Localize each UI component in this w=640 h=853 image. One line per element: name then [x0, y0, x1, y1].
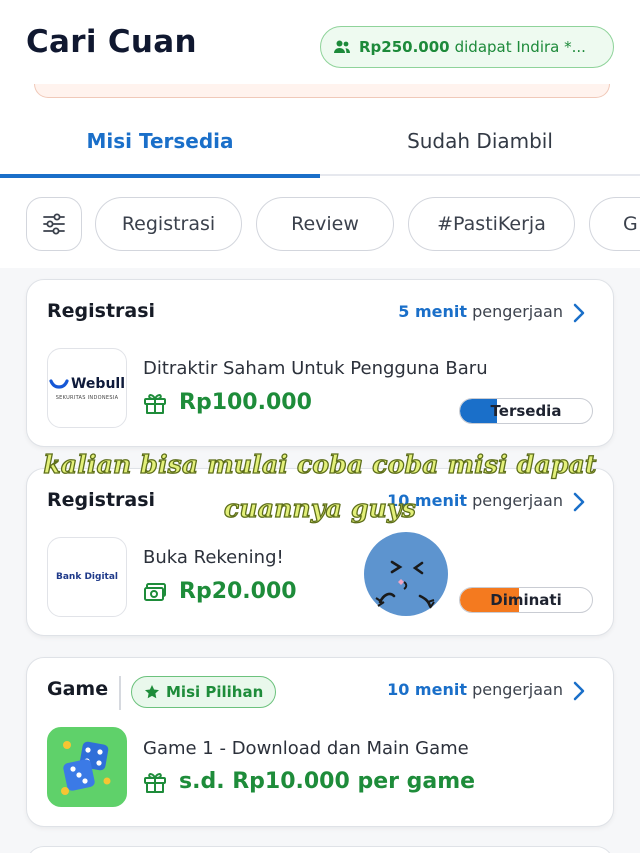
mission-reward: Rp100.000 — [143, 390, 312, 415]
webull-logo: Webull SEKURITAS INDONESIA — [47, 348, 127, 428]
mission-category: Registrasi — [47, 300, 156, 322]
mission-duration: 5 menit pengerjaan — [398, 302, 563, 321]
promo-banner[interactable] — [34, 84, 610, 98]
caption-line-2: cuannya guys — [223, 493, 417, 523]
divider — [119, 676, 121, 710]
mission-card[interactable]: Registrasi 5 menit pengerjaan Webull SEK… — [26, 279, 614, 447]
mission-title: Ditraktir Saham Untuk Pengguna Baru — [143, 358, 488, 379]
mission-duration: 10 menit pengerjaan — [387, 680, 563, 699]
app-header: Cari Cuan Rp250.000 didapat Indira *... — [0, 0, 640, 100]
caption-line-1: kalian bisa mulai coba coba misi dapat — [43, 449, 597, 479]
earnings-ticker[interactable]: Rp250.000 didapat Indira *... — [320, 26, 614, 68]
star-icon — [145, 685, 159, 699]
mission-card[interactable] — [26, 846, 614, 853]
chip-review[interactable]: Review — [256, 197, 394, 251]
users-icon — [334, 40, 350, 53]
bank-digital-logo: Bank Digital — [47, 537, 127, 617]
chevron-right-icon[interactable] — [573, 681, 585, 701]
chevron-right-icon[interactable] — [573, 303, 585, 323]
chip-pastikerja[interactable]: #PastiKerja — [408, 197, 575, 251]
tab-sudah-diambil[interactable]: Sudah Diambil — [320, 108, 640, 174]
mission-category: Game — [47, 678, 109, 700]
filter-button[interactable] — [26, 197, 82, 251]
status-label: Tersedia — [490, 402, 562, 420]
mission-title: Buka Rekening! — [143, 547, 284, 568]
chip-registrasi[interactable]: Registrasi — [95, 197, 242, 251]
cash-icon — [144, 582, 166, 601]
status-progress: Diminati — [459, 587, 593, 613]
mission-tabs: Misi Tersedia Sudah Diambil — [0, 108, 640, 178]
misi-pilihan-badge: Misi Pilihan — [131, 676, 277, 708]
mission-reward: Rp20.000 — [143, 579, 297, 604]
sliders-icon — [43, 213, 65, 235]
page-title: Cari Cuan — [26, 24, 197, 60]
mission-card[interactable]: Game Misi Pilihan 10 menit pengerjaan Ga… — [26, 657, 614, 827]
tab-misi-tersedia[interactable]: Misi Tersedia — [0, 108, 320, 178]
status-label: Diminati — [490, 591, 562, 609]
earning-text: didapat Indira *... — [454, 38, 586, 56]
gift-icon — [144, 393, 166, 414]
gift-icon — [144, 772, 166, 793]
status-progress: Tersedia — [459, 398, 593, 424]
emoji-sticker — [364, 532, 448, 616]
mission-reward: s.d. Rp10.000 per game — [143, 769, 475, 794]
dice-game-icon — [47, 727, 127, 807]
chip-game[interactable]: G — [589, 197, 640, 251]
mission-title: Game 1 - Download dan Main Game — [143, 738, 469, 759]
filter-bar: Registrasi Review #PastiKerja G — [0, 178, 640, 268]
earning-amount: Rp250.000 — [359, 38, 450, 56]
